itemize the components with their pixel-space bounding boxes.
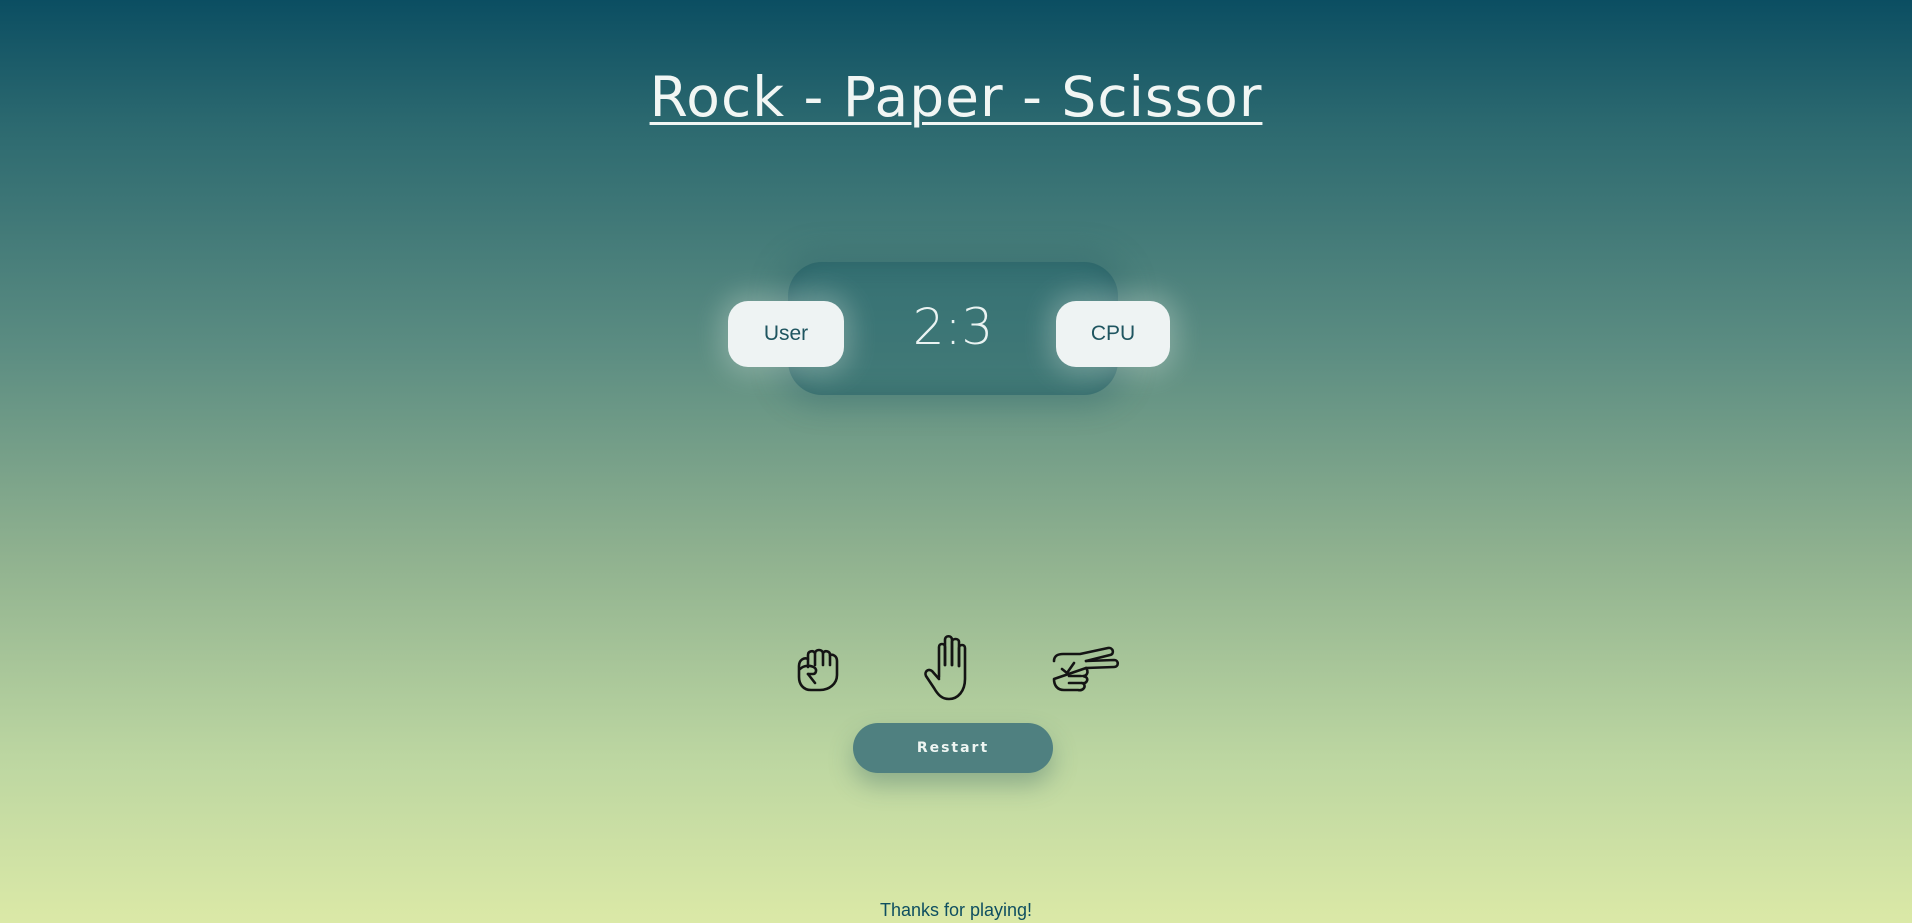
cpu-score-label: CPU bbox=[1056, 301, 1170, 367]
paper-choice-button[interactable] bbox=[911, 630, 991, 706]
open-hand-icon bbox=[924, 634, 967, 701]
footer-message: Thanks for playing! bbox=[879, 900, 1033, 920]
page-title: Rock - Paper - Scissor bbox=[0, 61, 1912, 133]
scissor-choice-button[interactable] bbox=[1045, 630, 1125, 706]
user-score-label: User bbox=[728, 301, 844, 367]
peace-hand-icon bbox=[1052, 646, 1120, 692]
page-title-text: Rock - Paper - Scissor bbox=[649, 64, 1263, 129]
restart-button[interactable]: Restart bbox=[853, 723, 1053, 773]
fist-icon bbox=[797, 648, 839, 692]
rock-choice-button[interactable] bbox=[778, 630, 858, 706]
